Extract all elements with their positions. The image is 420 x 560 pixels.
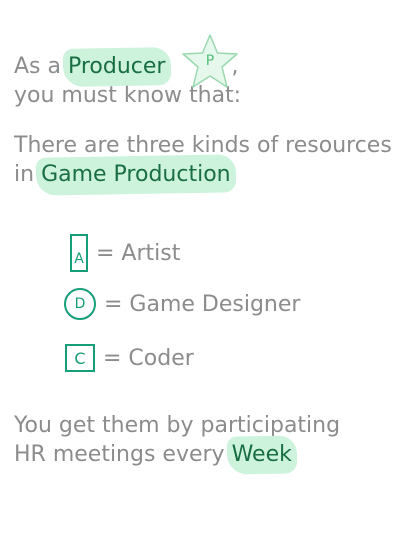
- game-production-highlight: Game Production: [41, 162, 231, 187]
- outro-line1: You get them by participating: [14, 413, 341, 438]
- role-highlight: Producer: [67, 54, 166, 79]
- artist-icon: A: [70, 234, 88, 272]
- outro-prefix: HR meetings every: [14, 442, 232, 467]
- intro-prefix: As a: [14, 54, 68, 79]
- week-highlight: Week: [231, 442, 292, 467]
- producer-star-icon: P: [180, 33, 240, 90]
- legend-coder: C = Coder: [64, 341, 194, 375]
- star-letter: P: [205, 53, 215, 69]
- legend-designer: D = Game Designer: [64, 287, 300, 321]
- coder-label: = Coder: [103, 345, 194, 371]
- artist-label: = Artist: [96, 240, 181, 266]
- designer-icon: D: [64, 288, 96, 320]
- outro-text: You get them by participating HR meeting…: [14, 411, 340, 469]
- legend-artist: A = Artist: [64, 234, 181, 272]
- designer-label: = Game Designer: [104, 291, 301, 317]
- resources-text: There are three kinds of resources in Ga…: [14, 131, 392, 189]
- coder-icon: C: [65, 344, 95, 372]
